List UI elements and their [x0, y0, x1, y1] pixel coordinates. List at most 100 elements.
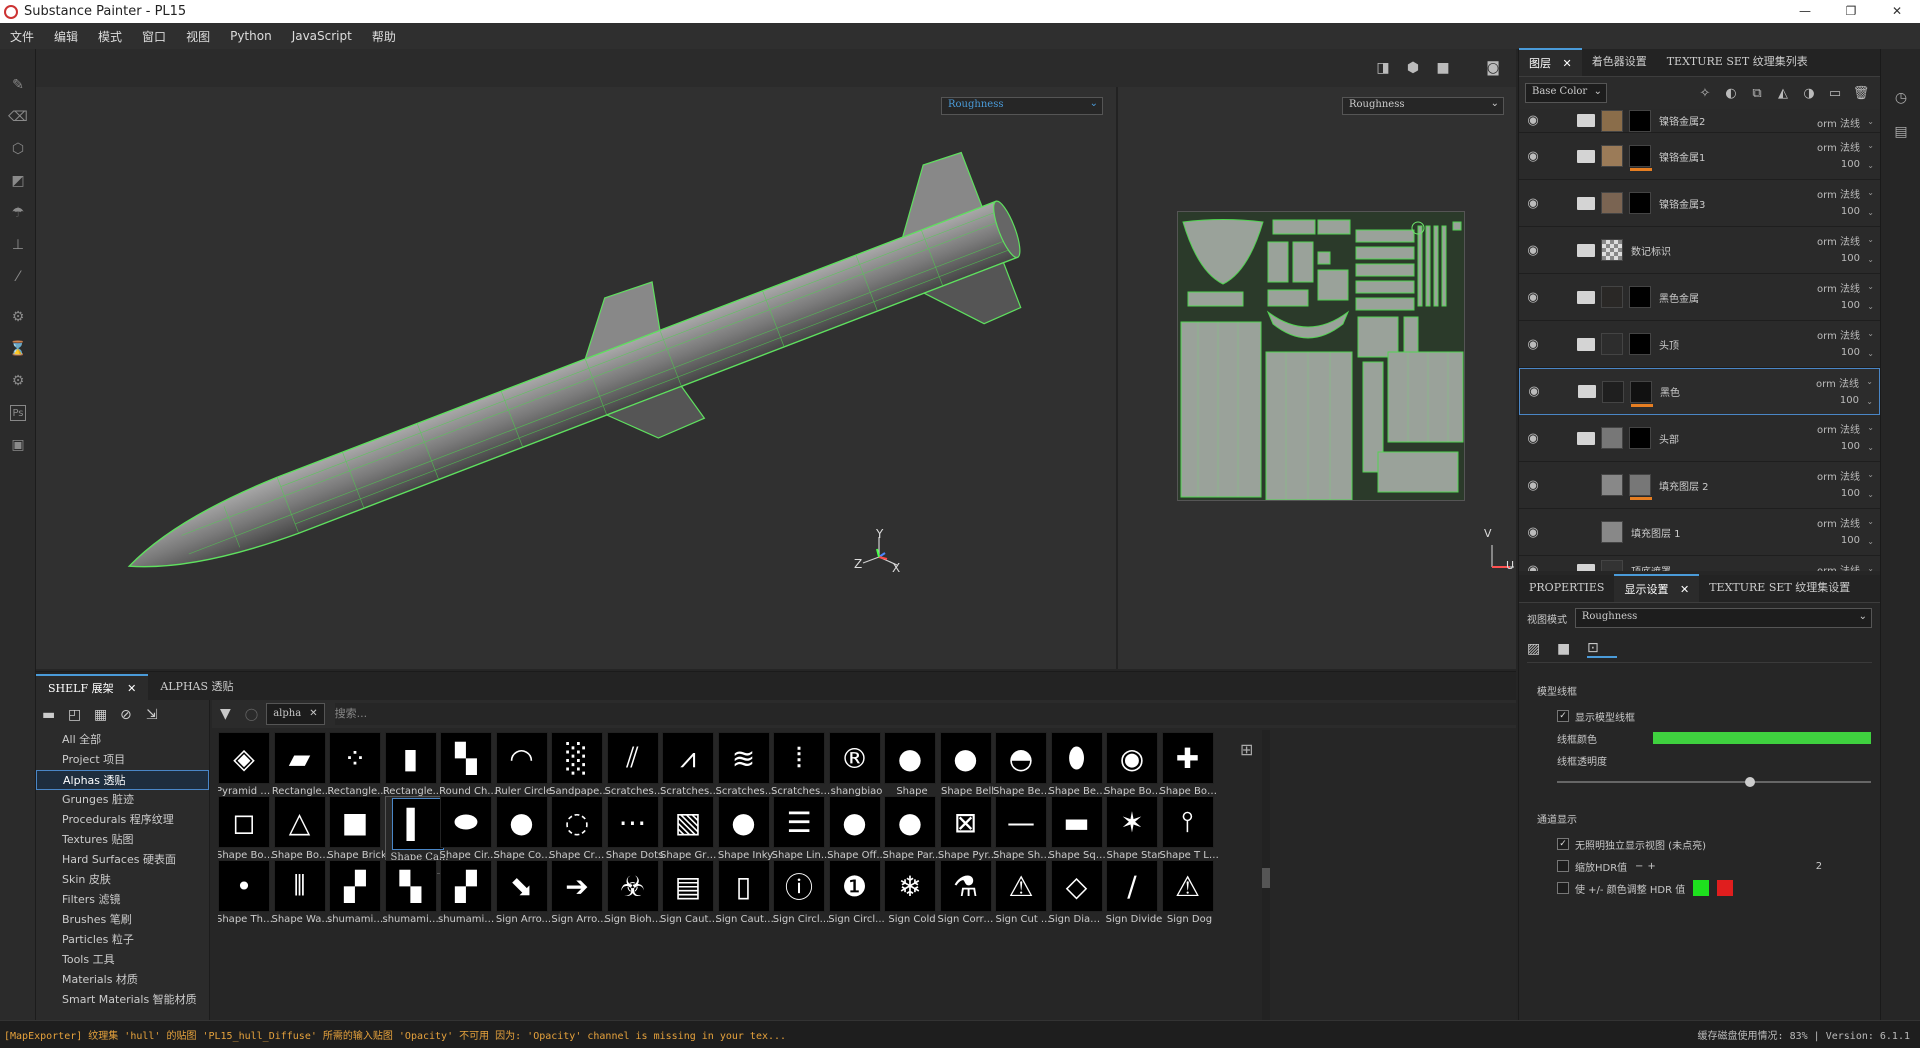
shelf-category[interactable]: Project 项目	[36, 750, 209, 770]
hide-icon[interactable]: ⊘	[120, 707, 146, 723]
layer-opacity[interactable]: 100	[1840, 395, 1859, 406]
viewer-settings-icon[interactable]: ⊡	[1587, 640, 1617, 658]
hdr-minus-icon[interactable]: −	[1635, 861, 1643, 872]
shelf-category[interactable]: Hard Surfaces 硬表面	[36, 850, 209, 870]
shelf-category[interactable]: Textures 贴图	[36, 830, 209, 850]
view-mode-icon[interactable]: ◨	[1368, 60, 1398, 76]
layer-name[interactable]: 黑色	[1660, 384, 1680, 399]
layer-name[interactable]: 顶底遮罩	[1631, 563, 1671, 571]
layer-blend-mode[interactable]: orm 法线	[1817, 327, 1860, 342]
layer-name[interactable]: 填充图层 1	[1631, 525, 1681, 540]
layer-mask-thumbnail[interactable]	[1629, 192, 1651, 214]
layer-name[interactable]: 头顶	[1659, 337, 1679, 352]
visibility-eye-icon[interactable]: ◉	[1519, 196, 1547, 211]
maximize-button[interactable]: ❐	[1828, 0, 1874, 23]
view-mode-select[interactable]: Roughness ⌄	[1574, 608, 1872, 628]
layer-row[interactable]: ◉ 填充图层 1 orm 法线 100 ⌄ ⌄	[1519, 509, 1880, 556]
history-icon[interactable]: ◷	[1881, 81, 1920, 115]
hdr-scale-value[interactable]: 2	[1816, 861, 1822, 872]
polygon-fill-icon[interactable]: ◩	[0, 165, 36, 197]
alpha-thumbnail[interactable]: ⚠ Sign Dog	[1161, 860, 1218, 938]
alpha-thumbnail[interactable]: ❶ Sign Circl...	[828, 860, 885, 938]
visibility-eye-icon[interactable]: ◉	[1519, 113, 1547, 128]
search-input[interactable]: 搜索...	[334, 703, 1516, 725]
delete-layer-icon[interactable]: 🗑	[1848, 86, 1874, 101]
layer-name[interactable]: 镍铬金属1	[1659, 149, 1705, 164]
layer-row[interactable]: ◉ 头部 orm 法线 100 ⌄ ⌄	[1519, 415, 1880, 462]
tab-display-settings[interactable]: 显示设置 ✕	[1614, 574, 1700, 602]
settings-gear-icon[interactable]: ⚙	[0, 301, 36, 333]
blend-dropdown-icon[interactable]: ⌄	[1867, 329, 1874, 338]
shelf-scrollbar-thumb[interactable]	[1262, 868, 1270, 888]
layer-name[interactable]: 黑色金属	[1659, 290, 1699, 305]
alpha-thumbnail[interactable]: ⦀ Shape Wave	[272, 860, 332, 938]
hdr-scale-checkbox[interactable]	[1557, 860, 1569, 872]
shelf-category[interactable]: Procedurals 程序纹理	[36, 810, 209, 830]
2d-uv-view[interactable]: Roughness ⌄ V U	[1116, 87, 1516, 669]
opacity-dropdown-icon[interactable]: ⌄	[1866, 397, 1873, 406]
alpha-thumbnail[interactable]: ▞ shumamic...	[438, 860, 498, 938]
paint-brush-icon[interactable]: ✎	[0, 69, 36, 101]
smudge-icon[interactable]: ☂	[0, 197, 36, 229]
layer-opacity[interactable]: 100	[1841, 488, 1860, 499]
opacity-dropdown-icon[interactable]: ⌄	[1867, 302, 1874, 311]
shelf-category[interactable]: Brushes 笔刷	[36, 910, 209, 930]
menu-window[interactable]: 窗口	[132, 28, 176, 45]
layer-row[interactable]: ◉ 镍铬金属1 orm 法线 100 ⌄ ⌄	[1519, 133, 1880, 180]
layer-name[interactable]: 头部	[1659, 431, 1679, 446]
screenshot-icon[interactable]: ◙	[1478, 60, 1508, 76]
layer-blend-mode[interactable]: orm 法线	[1817, 515, 1860, 530]
visibility-eye-icon[interactable]: ◉	[1519, 478, 1547, 493]
menu-javascript[interactable]: JavaScript	[282, 29, 362, 43]
layer-mask-thumbnail[interactable]	[1630, 380, 1653, 407]
new-shelf-icon[interactable]: ◰	[68, 707, 94, 723]
layer-name[interactable]: 填充图层 2	[1659, 478, 1709, 493]
layer-row[interactable]: ◉镍铬金属2orm 法线100⌄⌄	[1519, 109, 1880, 133]
wire-opacity-slider[interactable]	[1557, 777, 1871, 787]
bake-icon[interactable]: ⌛	[0, 333, 36, 365]
menu-python[interactable]: Python	[220, 29, 282, 43]
visibility-eye-icon[interactable]: ◉	[1519, 149, 1547, 164]
layer-blend-mode[interactable]: orm 法线	[1817, 186, 1860, 201]
alpha-thumbnail[interactable]: ▚ shumamic...	[383, 860, 443, 938]
environment-icon[interactable]: ▨	[1527, 641, 1557, 657]
color-picker-icon[interactable]: ⁄	[0, 261, 36, 293]
photoshop-icon[interactable]: Ps	[10, 405, 26, 421]
opacity-dropdown-icon[interactable]: ⌄	[1867, 208, 1874, 217]
opacity-dropdown-icon[interactable]: ⌄	[1867, 443, 1874, 452]
cube-view-icon[interactable]: ⬢	[1398, 60, 1428, 76]
tab-texture-set-settings[interactable]: TEXTURE SET 纹理集设置	[1699, 574, 1860, 602]
shelf-category[interactable]: Grunges 脏迹	[36, 790, 209, 810]
shelf-category[interactable]: Skin 皮肤	[36, 870, 209, 890]
layer-blend-mode[interactable]: orm 法线	[1816, 375, 1859, 390]
hdr-plus-icon[interactable]: +	[1647, 861, 1655, 872]
visibility-eye-icon[interactable]: ◉	[1519, 563, 1547, 571]
camera-settings-icon[interactable]: ■	[1557, 641, 1587, 657]
alpha-thumbnail[interactable]: ▤ Sign Cauti...	[660, 860, 720, 938]
filter-chip[interactable]: alpha ✕	[266, 703, 325, 725]
blend-dropdown-icon[interactable]: ⌄	[1867, 282, 1874, 291]
layer-opacity[interactable]: 100	[1841, 441, 1860, 452]
layer-opacity[interactable]: 100	[1841, 253, 1860, 264]
folder-icon[interactable]: ▬	[42, 707, 68, 723]
visibility-eye-icon[interactable]: ◉	[1520, 384, 1548, 399]
tab-alphas[interactable]: ALPHAS 透贴	[148, 674, 245, 700]
add-smart-mask-icon[interactable]: ◑	[1796, 86, 1822, 101]
layer-opacity[interactable]: 100	[1841, 300, 1860, 311]
add-fill-layer-icon[interactable]: ◭	[1770, 86, 1796, 101]
tab-shelf[interactable]: SHELF 展架 ✕	[36, 674, 149, 700]
shelf-category[interactable]: Tools 工具	[36, 950, 209, 970]
shelf-category[interactable]: All 全部	[36, 730, 209, 750]
close-button[interactable]: ✕	[1874, 0, 1920, 23]
layer-mask-thumbnail[interactable]	[1629, 474, 1652, 500]
filter-icon[interactable]: ▼	[220, 706, 231, 722]
tab-properties[interactable]: PROPERTIES	[1519, 574, 1614, 602]
alpha-thumbnail[interactable]: ❄ Sign Cold	[884, 860, 940, 938]
blend-dropdown-icon[interactable]: ⌄	[1867, 235, 1874, 244]
library-icon[interactable]: ▦	[94, 707, 120, 723]
layer-blend-mode[interactable]: orm 法线	[1817, 115, 1860, 130]
alpha-thumbnail[interactable]: ⬊ Sign Arro...	[495, 860, 552, 938]
shelf-scrollbar[interactable]	[1262, 730, 1270, 1020]
layer-row[interactable]: ◉ 填充图层 2 orm 法线 100 ⌄ ⌄	[1519, 462, 1880, 509]
channel-select[interactable]: Base Color ⌄	[1525, 83, 1607, 103]
